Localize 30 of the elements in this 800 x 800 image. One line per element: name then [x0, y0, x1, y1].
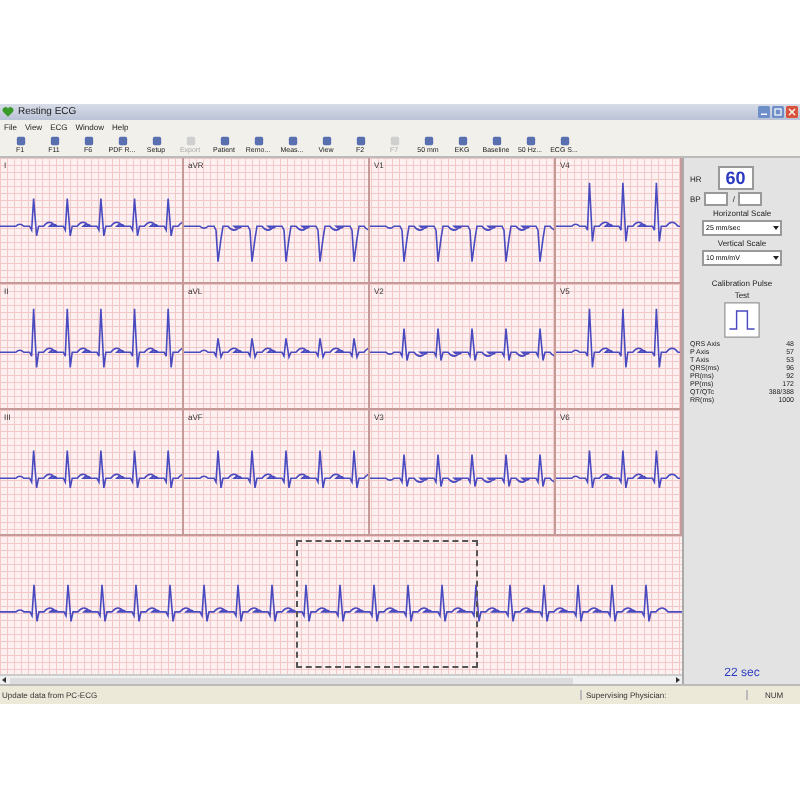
square-icon [321, 135, 331, 145]
square-icon [525, 135, 535, 145]
close-button[interactable] [786, 106, 798, 118]
square-icon [185, 135, 195, 145]
square-icon [491, 135, 501, 145]
square-icon [219, 135, 229, 145]
bp-field[interactable] [738, 192, 763, 206]
square-icon [389, 135, 399, 145]
minimize-button[interactable] [758, 106, 770, 118]
square-icon [457, 135, 467, 145]
square-icon [151, 135, 161, 145]
selection-box[interactable] [296, 540, 478, 668]
calibration-pulse-button[interactable] [724, 302, 760, 338]
square-icon [559, 135, 569, 145]
square-icon [253, 135, 263, 145]
heart-rate-value: 60 [717, 166, 754, 190]
heart-icon [2, 106, 14, 118]
square-icon [49, 135, 59, 145]
square-icon [423, 135, 433, 145]
right-arrow-icon[interactable] [674, 676, 682, 684]
dropdown-icon [772, 254, 780, 262]
square-icon [83, 135, 93, 145]
left-arrow-icon[interactable] [0, 676, 8, 684]
square-icon [355, 135, 365, 145]
square-icon [287, 135, 297, 145]
square-icon [117, 135, 127, 145]
dropdown-icon [772, 224, 780, 232]
bp-field[interactable] [704, 192, 729, 206]
maximize-button[interactable] [772, 106, 784, 118]
square-icon [15, 135, 25, 145]
